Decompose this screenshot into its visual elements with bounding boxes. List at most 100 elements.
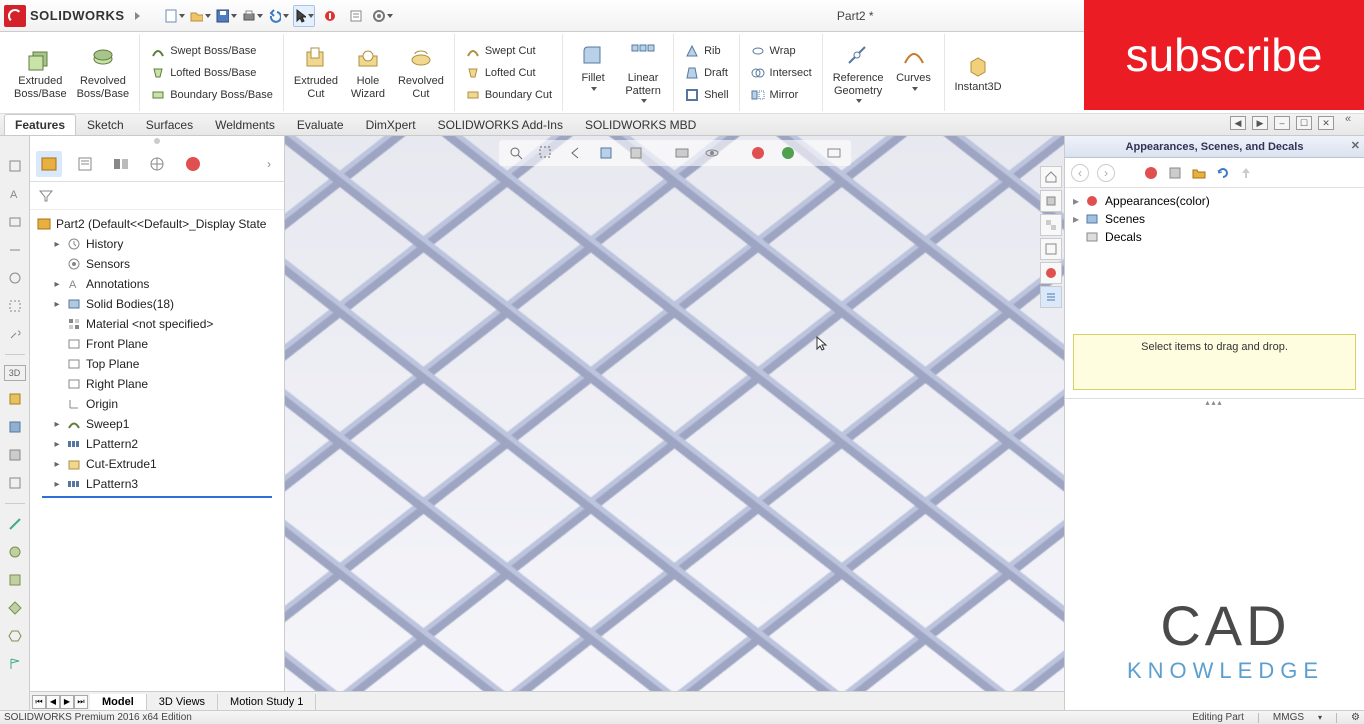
lofted-boss-button[interactable]: Lofted Boss/Base [146,63,277,83]
extruded-boss-button[interactable]: Extruded Boss/Base [10,43,71,101]
tab-evaluate[interactable]: Evaluate [286,114,355,135]
mass-icon[interactable] [5,268,25,288]
appearance-ball-icon[interactable] [1040,262,1062,284]
tab-weldments[interactable]: Weldments [204,114,286,135]
dimxpert-manager-tab-icon[interactable] [144,151,170,177]
undo-button[interactable] [267,5,289,27]
viewport-prev-button[interactable]: ◀ [1230,116,1246,130]
viewport-close-button[interactable]: ✕ [1318,116,1334,130]
hide-show-icon[interactable] [701,142,723,164]
tab-surfaces[interactable]: Surfaces [135,114,204,135]
bottom-tab-model[interactable]: Model [90,694,147,710]
options-button[interactable] [371,5,393,27]
cube-outline-icon[interactable] [5,473,25,493]
cube-blue-icon[interactable] [5,417,25,437]
selection-filter-icon[interactable] [5,156,25,176]
intersect-button[interactable]: Intersect [746,63,816,83]
part-icon[interactable] [1040,190,1062,212]
draft-button[interactable]: Draft [680,63,732,83]
tab-nav-first-icon[interactable]: ⏮ [32,695,46,709]
edit-appearance-icon[interactable] [747,142,769,164]
close-panel-icon[interactable]: ✕ [1351,139,1360,152]
viewport-maximize-button[interactable]: ☐ [1296,116,1312,130]
boundary-cut-button[interactable]: Boundary Cut [461,85,556,105]
tab-dimxpert[interactable]: DimXpert [355,114,427,135]
assembly-icon[interactable] [1040,214,1062,236]
task-pane-collapse-icon[interactable]: « [1338,110,1358,128]
new-file-button[interactable] [163,5,185,27]
swept-boss-button[interactable]: Swept Boss/Base [146,41,277,61]
subscribe-overlay[interactable]: subscribe [1084,0,1364,110]
measure-icon[interactable] [5,240,25,260]
tree-lpattern2[interactable]: ▸LPattern2 [32,434,282,454]
open-library-icon[interactable] [1191,165,1207,181]
appearances-node[interactable]: ▸Appearances(color) [1071,192,1358,210]
reference-geometry-button[interactable]: Reference Geometry [829,40,888,104]
rollback-bar[interactable] [42,496,272,498]
save-button[interactable] [215,5,237,27]
scene-cube-icon[interactable] [1167,165,1183,181]
tree-history[interactable]: ▸History [32,234,282,254]
configuration-manager-tab-icon[interactable] [108,151,134,177]
revolved-cut-button[interactable]: Revolved Cut [394,43,448,101]
hole-wizard-button[interactable]: Hole Wizard [344,43,392,101]
zoom-area-icon[interactable] [535,142,557,164]
view-orientation-icon[interactable] [625,142,647,164]
extruded-cut-button[interactable]: Extruded Cut [290,43,342,101]
revolved-boss-button[interactable]: Revolved Boss/Base [73,43,134,101]
tree-solid-bodies[interactable]: ▸Solid Bodies(18) [32,294,282,314]
diamond-icon[interactable] [5,598,25,618]
home-view-icon[interactable] [1040,166,1062,188]
tab-sketch[interactable]: Sketch [76,114,135,135]
swept-cut-button[interactable]: Swept Cut [461,41,556,61]
tree-cut-extrude1[interactable]: ▸Cut-Extrude1 [32,454,282,474]
sphere-icon[interactable] [5,542,25,562]
tab-nav-last-icon[interactable]: ⏭ [74,695,88,709]
linear-pattern-button[interactable]: Linear Pattern [619,40,667,104]
status-units[interactable]: MMGS [1273,712,1304,723]
rib-button[interactable]: Rib [680,41,732,61]
section-icon[interactable] [5,296,25,316]
tree-front-plane[interactable]: Front Plane [32,334,282,354]
apply-scene-icon[interactable] [777,142,799,164]
tab-nav-next-icon[interactable]: ▶ [60,695,74,709]
wrap-button[interactable]: Wrap [746,41,816,61]
tree-sensors[interactable]: Sensors [32,254,282,274]
cube-yellow-icon[interactable] [5,389,25,409]
zoom-fit-icon[interactable] [505,142,527,164]
panel-drag-handle[interactable]: ▴▴▴ [1065,398,1364,406]
tab-addins[interactable]: SOLIDWORKS Add-Ins [427,114,574,135]
select-button[interactable] [293,5,315,27]
tree-right-plane[interactable]: Right Plane [32,374,282,394]
tab-nav-prev-icon[interactable]: ◀ [46,695,60,709]
tree-annotations[interactable]: ▸AAnnotations [32,274,282,294]
tab-mbd[interactable]: SOLIDWORKS MBD [574,114,707,135]
display-manager-tab-icon[interactable] [180,151,206,177]
tab-features[interactable]: Features [4,114,76,135]
bottom-tab-3dviews[interactable]: 3D Views [147,694,218,710]
funnel-filter-icon[interactable] [38,188,54,204]
tree-top-plane[interactable]: Top Plane [32,354,282,374]
nav-back-icon[interactable]: ‹ [1071,164,1089,182]
cube-gray-icon[interactable] [5,445,25,465]
viewport-minimize-button[interactable]: – [1274,116,1290,130]
nav-forward-icon[interactable]: › [1097,164,1115,182]
curves-button[interactable]: Curves [890,40,938,104]
prev-view-icon[interactable] [565,142,587,164]
appearance-drop-icon[interactable] [1143,165,1159,181]
drop-zone[interactable]: Select items to drag and drop. [1073,334,1356,390]
graphics-viewport[interactable] [285,136,1064,710]
wrench-icon[interactable] [5,324,25,344]
status-customize-icon[interactable]: ⚙ [1351,712,1360,723]
instant3d-button[interactable]: Instant3D [951,49,1006,95]
feature-manager-tab-icon[interactable] [36,151,62,177]
line-icon[interactable] [5,514,25,534]
scenes-node[interactable]: ▸Scenes [1071,210,1358,228]
fillet-button[interactable]: Fillet [569,40,617,104]
flag-icon[interactable] [5,654,25,674]
open-file-button[interactable] [189,5,211,27]
tree-tabs-more-icon[interactable]: › [260,155,278,173]
properties-list-icon[interactable] [1040,286,1062,308]
boundary-boss-button[interactable]: Boundary Boss/Base [146,85,277,105]
view-settings-icon[interactable] [823,142,845,164]
